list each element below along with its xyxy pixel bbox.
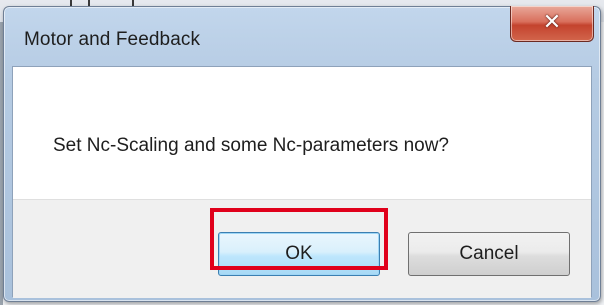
ok-button[interactable]: OK xyxy=(218,232,380,276)
close-icon: ✕ xyxy=(542,10,562,35)
dialog-body: Set Nc-Scaling and some Nc-parameters no… xyxy=(12,66,592,298)
close-button[interactable]: ✕ xyxy=(510,6,594,42)
dialog-titlebar[interactable]: Motor and Feedback ✕ xyxy=(4,6,600,67)
dialog-title: Motor and Feedback xyxy=(24,29,201,50)
dialog-message: Set Nc-Scaling and some Nc-parameters no… xyxy=(53,135,450,156)
dialog-button-bar: OK Cancel xyxy=(13,199,591,298)
dialog-window: Motor and Feedback ✕ Set Nc-Scaling and … xyxy=(3,6,601,302)
cancel-button[interactable]: Cancel xyxy=(408,232,570,276)
